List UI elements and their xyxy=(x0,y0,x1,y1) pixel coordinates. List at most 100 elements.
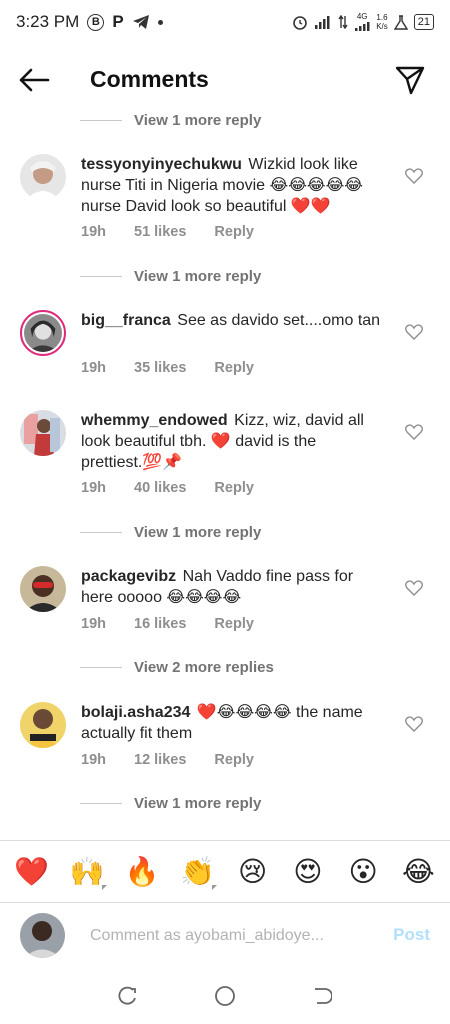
avatar-story-ring[interactable] xyxy=(20,310,66,356)
view-more-replies[interactable]: View 1 more reply xyxy=(80,520,261,544)
emoji-heart-eyes-button[interactable]: 😍 xyxy=(286,855,330,888)
b-app-icon: B xyxy=(87,13,105,31)
network-label: 4G xyxy=(356,12,368,21)
comment-meta: 19h 51 likes Reply xyxy=(81,224,254,240)
quick-emoji-bar: ❤️ 🙌 🔥 👏 😢 😍 😮 😂 xyxy=(0,840,450,902)
view-more-replies[interactable]: View 1 more reply xyxy=(80,108,261,132)
comment-likes[interactable]: 51 likes xyxy=(134,224,186,240)
reply-button[interactable]: Reply xyxy=(214,360,254,376)
reply-line xyxy=(80,119,122,121)
reply-line xyxy=(80,275,122,277)
network-type: 4G xyxy=(354,13,370,31)
view-more-replies-label: View 1 more reply xyxy=(134,523,262,541)
reply-button[interactable]: Reply xyxy=(214,224,254,240)
view-more-replies[interactable]: View 1 more reply xyxy=(80,791,261,815)
emoji-raised-hands-button[interactable]: 🙌 xyxy=(65,855,109,890)
notification-dot-icon xyxy=(157,19,163,25)
comment-meta: 19h 40 likes Reply xyxy=(81,480,254,496)
battery-level: 21 xyxy=(417,16,430,28)
view-more-replies[interactable]: View 2 more replies xyxy=(80,655,274,679)
reply-button[interactable]: Reply xyxy=(214,752,254,768)
comment-time: 19h xyxy=(81,616,106,632)
skin-tone-indicator-icon xyxy=(212,885,218,890)
reply-button[interactable]: Reply xyxy=(214,480,254,496)
net-speed-value: 1.6 xyxy=(376,13,388,22)
comment-time: 19h xyxy=(81,360,106,376)
comment-username[interactable]: bolaji.asha234 xyxy=(81,704,190,721)
comment-time: 19h xyxy=(81,224,106,240)
comment-time: 19h xyxy=(81,480,106,496)
comment-likes[interactable]: 40 likes xyxy=(134,480,186,496)
skin-tone-indicator-icon xyxy=(101,885,107,890)
comment-text: whemmy_endowed Kizz, wiz, david all look… xyxy=(81,410,386,473)
comment-text: packagevibz Nah Vaddo fine pass for here… xyxy=(81,566,386,608)
recent-apps-icon[interactable] xyxy=(115,983,141,1009)
status-bar: 3:23 PM B P 4G 1.6 K/s 21 xyxy=(0,0,450,44)
page-title: Comments xyxy=(90,66,209,92)
comment-likes[interactable]: 16 likes xyxy=(134,616,186,632)
emoji-fire-button[interactable]: 🔥 xyxy=(120,855,164,888)
reply-line xyxy=(80,531,122,533)
header: Comments xyxy=(0,52,450,108)
current-user-avatar xyxy=(20,913,65,958)
flask-icon xyxy=(393,14,408,30)
like-heart-icon[interactable] xyxy=(405,424,425,444)
view-more-replies-label: View 1 more reply xyxy=(134,111,262,129)
reply-line xyxy=(80,802,122,804)
p-app-icon: P xyxy=(112,12,124,31)
comment-username[interactable]: packagevibz xyxy=(81,568,176,585)
comment-username[interactable]: big__franca xyxy=(81,312,171,329)
system-nav-bar xyxy=(0,968,450,1024)
like-heart-icon[interactable] xyxy=(405,580,425,600)
view-more-replies-label: View 2 more replies xyxy=(134,658,274,676)
view-more-replies-label: View 1 more reply xyxy=(134,267,262,285)
reply-line xyxy=(80,666,122,668)
status-left: 3:23 PM B P xyxy=(16,12,163,32)
emoji-laughing-button[interactable]: 😂 xyxy=(396,855,440,888)
emoji-raised-hands-glyph: 🙌 xyxy=(69,855,105,888)
comment-likes[interactable]: 12 likes xyxy=(134,752,186,768)
avatar[interactable] xyxy=(20,702,66,748)
emoji-crying-button[interactable]: 😢 xyxy=(231,855,275,888)
home-circle-icon[interactable] xyxy=(212,983,238,1009)
comment-input[interactable] xyxy=(90,923,360,949)
net-speed: 1.6 K/s xyxy=(376,13,388,31)
like-heart-icon[interactable] xyxy=(405,324,425,344)
status-time: 3:23 PM xyxy=(16,12,80,31)
comment-username[interactable]: whemmy_endowed xyxy=(81,412,228,429)
comment-text: tessyonyinyechukwu Wizkid look like nurs… xyxy=(81,154,386,217)
comments-list: View 1 more reply tessyonyinyechukwu Wiz… xyxy=(0,108,450,838)
emoji-clap-glyph: 👏 xyxy=(179,855,215,888)
avatar[interactable] xyxy=(20,566,66,612)
comment-meta: 19h 12 likes Reply xyxy=(81,752,254,768)
comment-username[interactable]: tessyonyinyechukwu xyxy=(81,156,242,173)
comment-meta: 19h 35 likes Reply xyxy=(81,360,254,376)
signal-icon xyxy=(314,15,332,29)
comment-text: bolaji.asha234 ❤️😂😂😂😂 the name actually … xyxy=(81,702,386,744)
comment-likes[interactable]: 35 likes xyxy=(134,360,186,376)
emoji-heart-button[interactable]: ❤️ xyxy=(10,855,54,888)
back-nav-icon[interactable] xyxy=(309,983,335,1009)
alarm-icon xyxy=(292,14,308,30)
battery-icon: 21 xyxy=(413,14,434,30)
emoji-clap-button[interactable]: 👏 xyxy=(175,855,219,890)
comment-message: See as davido set....omo tan xyxy=(177,312,381,329)
comment-time: 19h xyxy=(81,752,106,768)
comment-meta: 19h 16 likes Reply xyxy=(81,616,254,632)
direct-send-icon[interactable] xyxy=(394,64,428,98)
post-button[interactable]: Post xyxy=(393,925,430,945)
avatar[interactable] xyxy=(20,410,66,456)
status-right: 4G 1.6 K/s 21 xyxy=(292,13,434,31)
back-arrow-icon[interactable] xyxy=(18,66,52,94)
like-heart-icon[interactable] xyxy=(405,168,425,188)
like-heart-icon[interactable] xyxy=(405,716,425,736)
view-more-replies-label: View 1 more reply xyxy=(134,794,262,812)
net-speed-unit: K/s xyxy=(376,22,388,31)
view-more-replies[interactable]: View 1 more reply xyxy=(80,264,261,288)
emoji-surprised-button[interactable]: 😮 xyxy=(341,855,385,888)
avatar[interactable] xyxy=(20,154,66,200)
comment-text: big__franca See as davido set....omo tan xyxy=(81,310,386,331)
reply-button[interactable]: Reply xyxy=(214,616,254,632)
telegram-icon xyxy=(132,14,150,30)
data-arrows-icon xyxy=(338,15,348,29)
